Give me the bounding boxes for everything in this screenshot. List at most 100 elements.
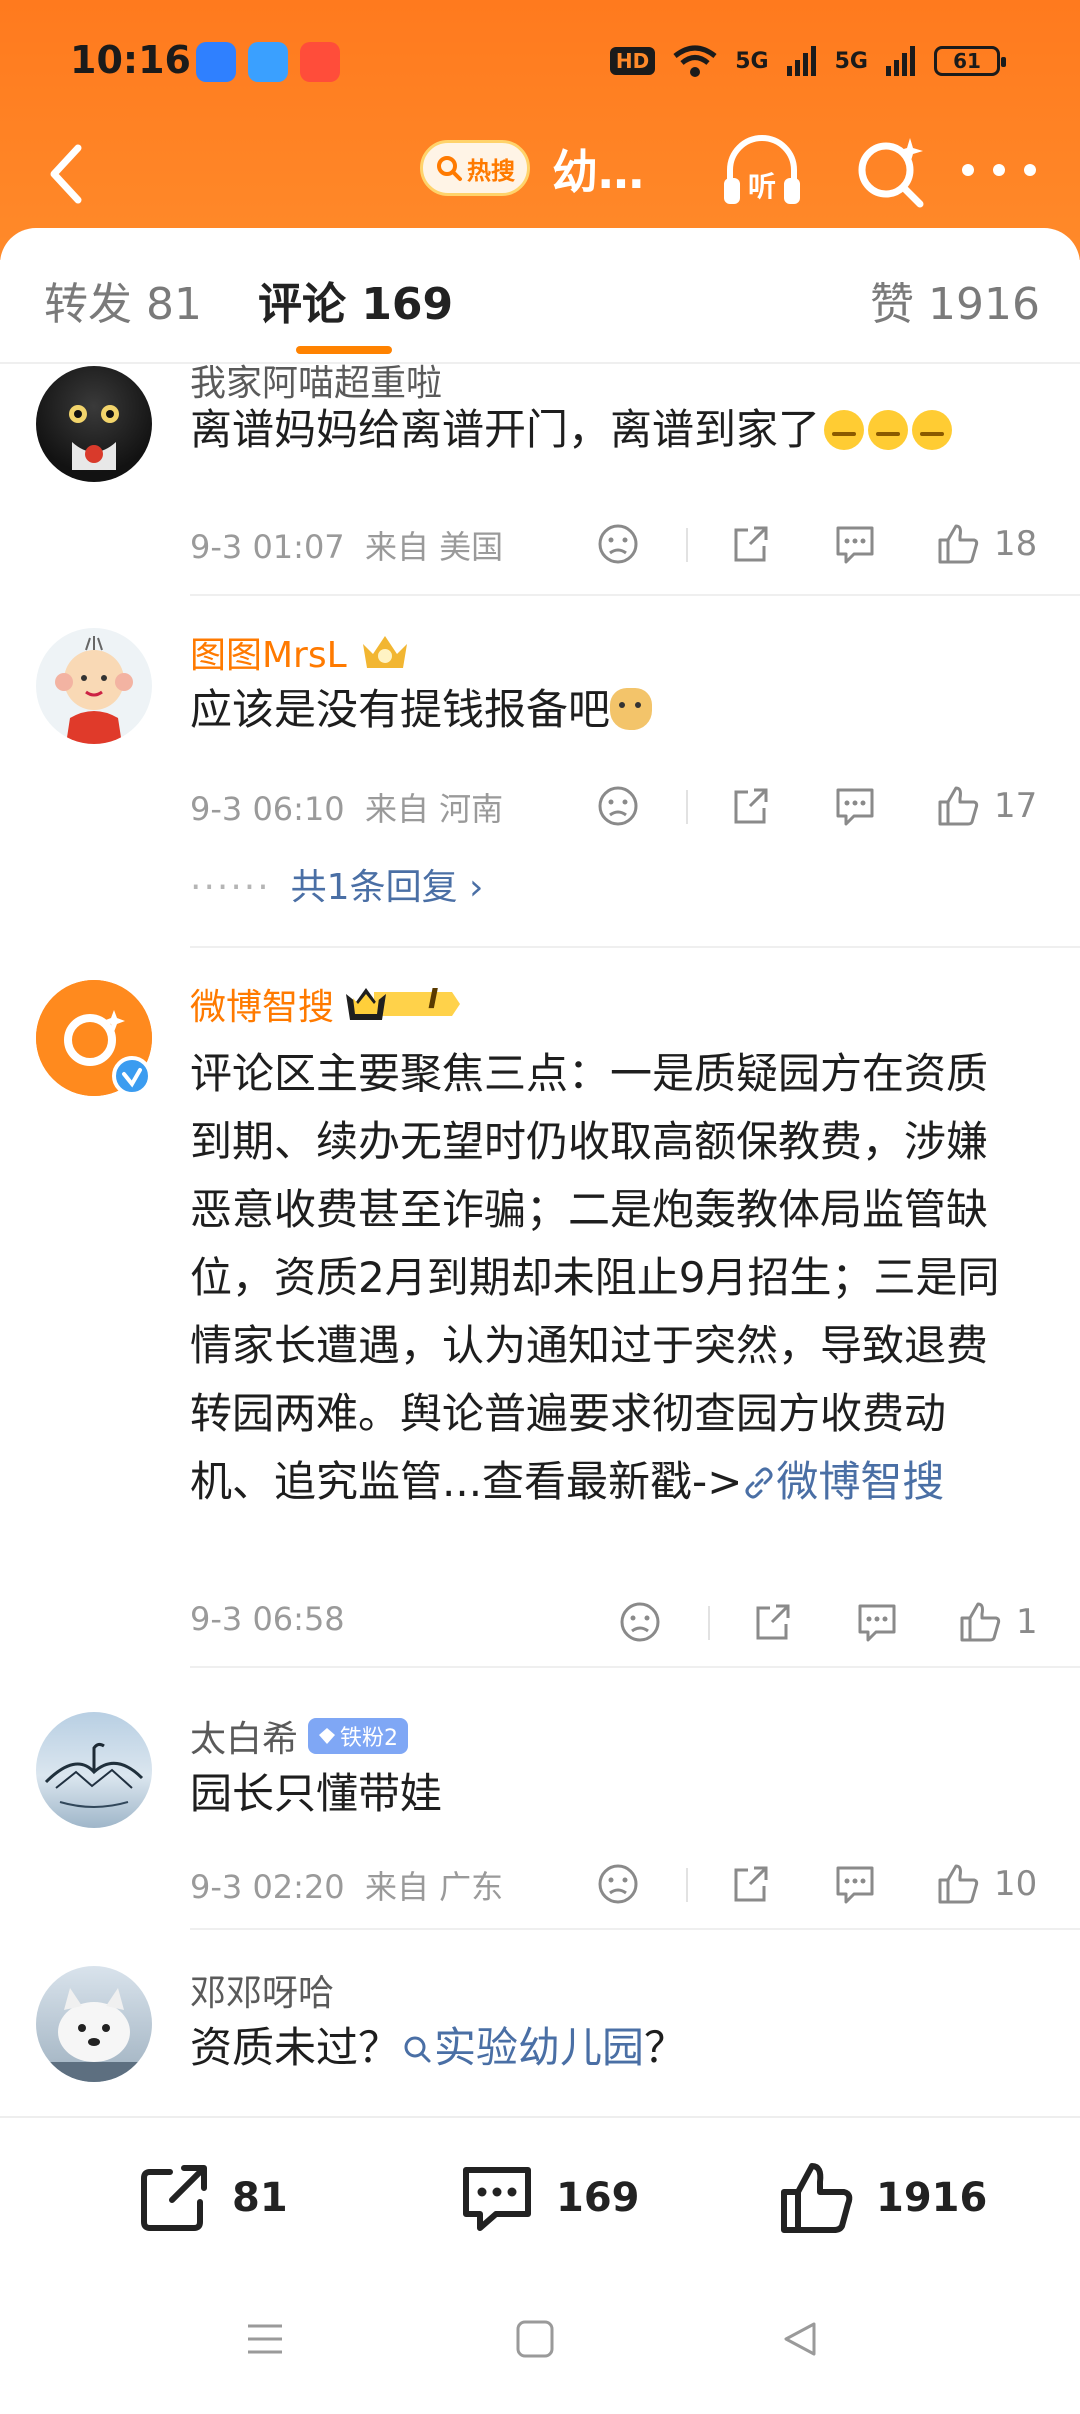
comment-icon (836, 788, 874, 826)
comment-icon (836, 526, 874, 564)
comment-text-tail: ？ (644, 2023, 687, 2072)
comment-button[interactable] (832, 1854, 878, 1914)
level-crown-badge-icon (346, 988, 461, 1020)
back-triangle-icon[interactable] (778, 2316, 824, 2362)
app-notification-icon-1 (196, 42, 236, 82)
comment-text-body: 离谱妈妈给离谱开门，离谱到家了 (190, 405, 821, 454)
dislike-button[interactable] (596, 776, 640, 836)
dislike-icon (598, 786, 638, 826)
tab-forward[interactable]: 转发 81 (44, 268, 202, 332)
menu-icon[interactable] (242, 2316, 288, 2362)
comment-date: 9-3 01:07 (190, 528, 345, 566)
share-button[interactable] (728, 514, 772, 574)
comment-icon (463, 2167, 531, 2231)
comment-date: 9-3 06:10 (190, 790, 345, 828)
dislike-icon (598, 1864, 638, 1904)
status-time: 10:16 (70, 38, 191, 82)
like-button[interactable]: 10 (936, 1854, 1037, 1914)
dislike-button[interactable] (596, 514, 640, 574)
like-count: 10 (994, 1864, 1038, 1904)
dislike-icon (598, 524, 638, 564)
doge-emoji-icon (610, 688, 653, 730)
avatar[interactable] (36, 628, 152, 744)
comment-text: 园长只懂带娃 (190, 1769, 443, 1818)
comment-username-text: 微博智搜 (190, 987, 335, 1028)
comment-action[interactable]: 169 (456, 2158, 640, 2238)
weibo-search-link[interactable]: 微博智搜 (742, 1457, 944, 1506)
dislike-button[interactable] (596, 1854, 640, 1914)
back-icon[interactable] (38, 134, 98, 214)
comment-username-text: 太白希 (190, 1719, 299, 1760)
comment-meta: 9-3 06:58 (190, 1600, 345, 1638)
listen-icon[interactable]: 听 (716, 126, 808, 218)
comment-username[interactable]: 图图MrsL (190, 626, 413, 678)
comment-actions: 17 (596, 776, 1046, 836)
dog-avatar-image (36, 1988, 152, 2082)
like-count: 17 (994, 786, 1038, 826)
diamond-icon (319, 1728, 336, 1744)
search-star-icon[interactable] (846, 126, 936, 216)
comment-username[interactable]: 微博智搜 (190, 978, 464, 1030)
like-button[interactable]: 18 (936, 514, 1037, 574)
dislike-icon (620, 1602, 660, 1642)
status-bar: 10:16 HD 5G 5G 61 (0, 0, 1080, 120)
topic-search-link-text: 实验幼儿园 (434, 2023, 645, 2072)
share-button[interactable] (728, 776, 772, 836)
like-action[interactable]: 1916 (776, 2158, 987, 2238)
avatar[interactable] (36, 980, 152, 1096)
comment-text: 离谱妈妈给离谱开门，离谱到家了 (190, 396, 1020, 464)
hot-search-icon (437, 156, 462, 181)
network-label-2: 5G (834, 48, 868, 74)
tab-active-indicator (296, 346, 392, 354)
forward-action[interactable]: 81 (134, 2158, 288, 2238)
comment-button[interactable] (832, 776, 878, 836)
link-icon (745, 1467, 773, 1499)
tab-like[interactable]: 赞 1916 (870, 268, 1040, 332)
comment-meta: 9-3 06:10 来自 河南 (190, 784, 503, 830)
comment-location: 来自 广东 (365, 1868, 504, 1906)
like-button[interactable]: 17 (936, 776, 1037, 836)
comment-username-text: 图图MrsL (190, 635, 347, 676)
avatar[interactable] (36, 1966, 152, 2082)
system-navigation-bar (0, 2276, 1080, 2414)
home-icon[interactable] (512, 2316, 558, 2362)
comment-button[interactable] (854, 1592, 900, 1652)
comment-meta: 9-3 01:07 来自 美国 (190, 522, 503, 568)
dislike-button[interactable] (618, 1592, 662, 1652)
share-button[interactable] (728, 1854, 772, 1914)
hot-search-label: 热搜 (467, 156, 515, 185)
hot-search-pill[interactable]: 热搜 (420, 140, 530, 196)
share-button[interactable] (750, 1592, 794, 1652)
level-badge-text: I (428, 982, 439, 1015)
hd-badge: HD (609, 47, 656, 75)
cat-avatar-image (69, 405, 119, 470)
comment-username[interactable]: 邓邓呀哈 (190, 1964, 334, 2016)
app-notification-icon-3 (300, 42, 340, 82)
row-divider (190, 1928, 1080, 1930)
comment-date: 9-3 02:20 (190, 1868, 345, 1906)
like-icon (938, 786, 979, 826)
divider (686, 528, 688, 562)
avatar[interactable] (36, 366, 152, 482)
comment-icon (858, 1604, 896, 1642)
verified-badge-icon (112, 1056, 152, 1096)
comment-actions: 10 (596, 1854, 1046, 1914)
comment-username[interactable]: 太白希 铁粉2 (190, 1710, 409, 1762)
comment-text: 应该是没有提钱报备吧 (190, 676, 1020, 744)
topic-search-link[interactable]: 实验幼儿园 (400, 2023, 644, 2072)
search-icon (404, 2036, 431, 2063)
like-icon (960, 1602, 1001, 1642)
reply-link-text: 共1条回复 › (290, 867, 484, 908)
like-button[interactable]: 1 (958, 1592, 1038, 1652)
bottom-action-bar: 81 169 1916 (0, 2116, 1080, 2276)
view-replies-link[interactable]: ······ 共1条回复 › (190, 858, 483, 910)
wifi-icon (673, 45, 717, 77)
avatar[interactable] (36, 1712, 152, 1828)
share-icon (734, 788, 768, 824)
more-icon[interactable] (962, 150, 1036, 190)
tab-comment[interactable]: 评论 169 (258, 268, 453, 332)
comment-actions: 1 (618, 1592, 1068, 1652)
weibo-search-link-text: 微博智搜 (776, 1457, 945, 1506)
cartoon-avatar-image (55, 636, 133, 744)
comment-button[interactable] (832, 514, 878, 574)
